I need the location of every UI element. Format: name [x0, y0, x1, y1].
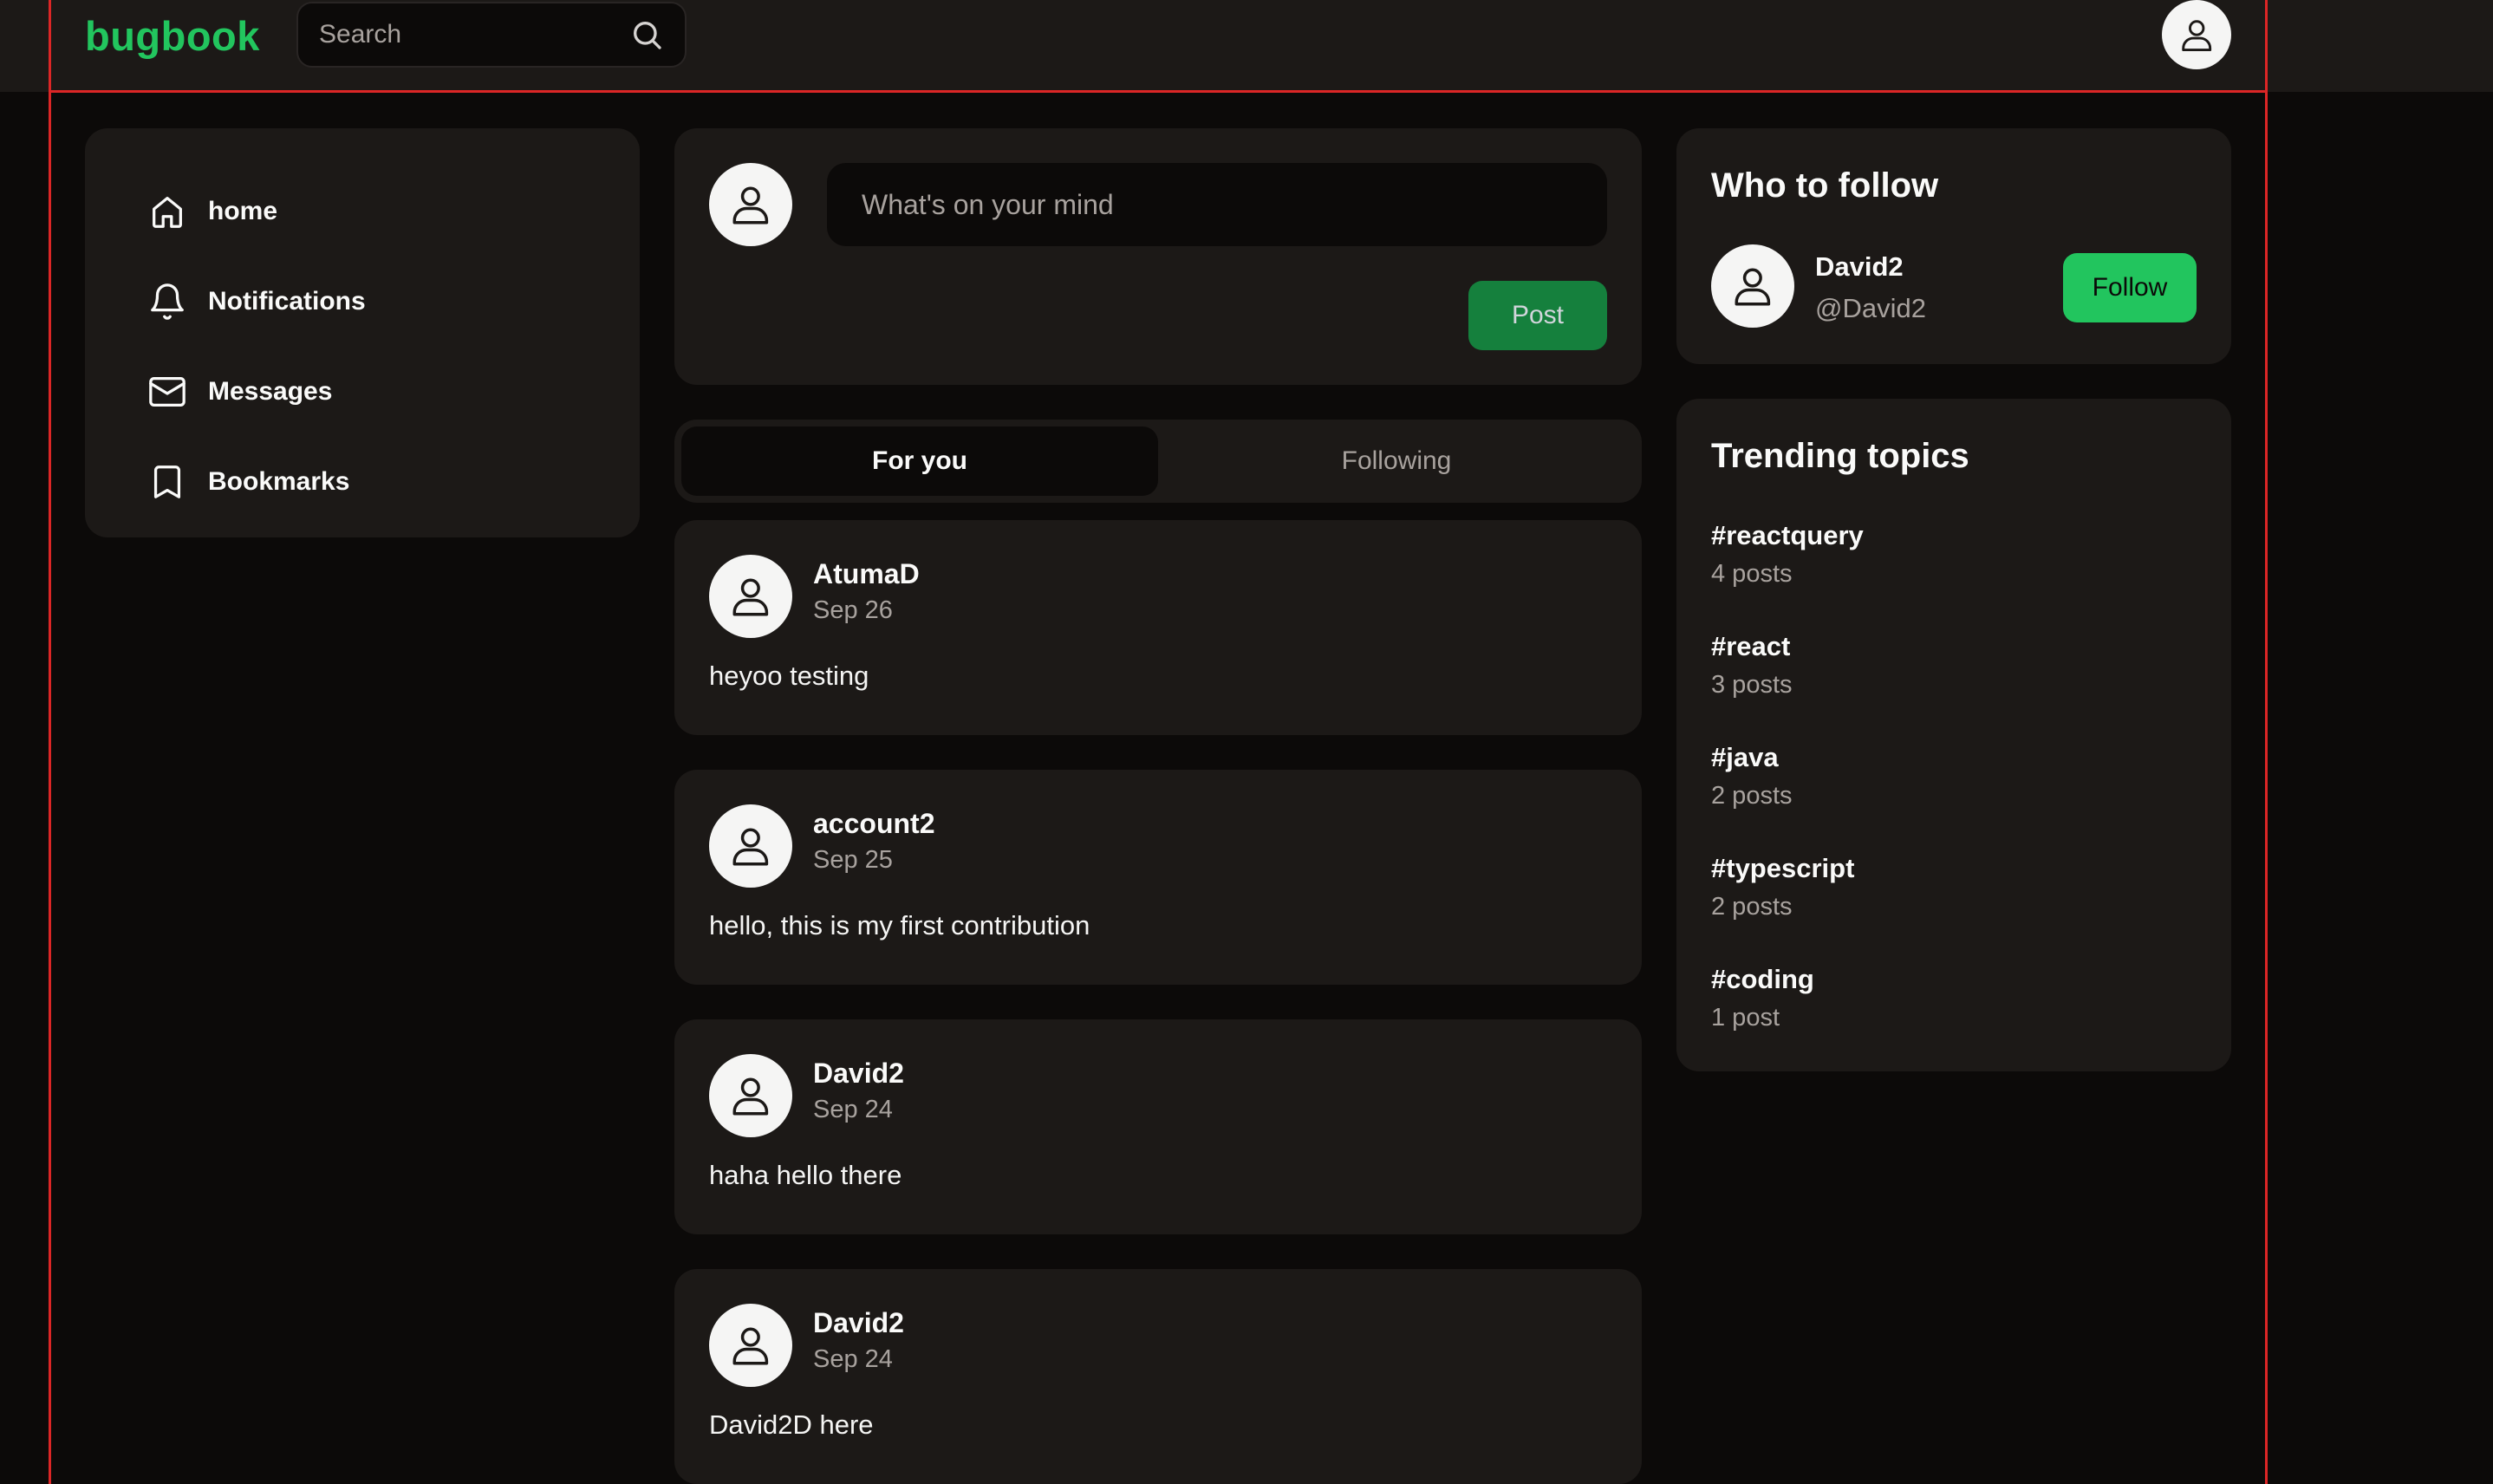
bookmark-icon: [153, 465, 181, 498]
avatar[interactable]: [709, 163, 792, 246]
post-date[interactable]: Sep 24: [813, 1345, 893, 1374]
user-icon: [732, 186, 769, 225]
topic-count: 1 post: [1711, 1004, 1780, 1032]
post-date[interactable]: Sep 25: [813, 846, 893, 875]
follow-button[interactable]: Follow: [2063, 253, 2197, 322]
sidebar-nav: home Notifications Messages Bookmarks: [85, 128, 640, 537]
trending-topics-panel: Trending topics #reactquery 4 posts #rea…: [1676, 399, 2231, 1071]
post-content: heyoo testing: [709, 661, 869, 691]
sidebar-item-home[interactable]: home: [85, 166, 640, 257]
trending-topic[interactable]: #coding 1 post: [1711, 964, 1814, 1032]
user-icon: [1735, 268, 1771, 306]
who-to-follow-panel: Who to follow David2 @David2 Follow: [1676, 128, 2231, 364]
home-icon: [153, 197, 182, 228]
avatar[interactable]: [709, 804, 792, 888]
sidebar-item-label: Bookmarks: [208, 467, 350, 496]
sidebar-item-notifications[interactable]: Notifications: [85, 257, 640, 347]
user-icon: [2182, 20, 2211, 51]
post-date[interactable]: Sep 26: [813, 596, 893, 625]
sidebar-item-label: Notifications: [208, 287, 366, 316]
post-button[interactable]: Post: [1468, 281, 1607, 350]
app-logo[interactable]: bugbook: [85, 12, 260, 60]
search-box[interactable]: [296, 2, 687, 68]
topic-tag[interactable]: #react: [1711, 631, 1793, 662]
topic-count: 2 posts: [1711, 782, 1793, 810]
composer-input[interactable]: What's on your mind: [827, 163, 1607, 246]
post-card[interactable]: David2 Sep 24 haha hello there: [674, 1019, 1642, 1234]
post-composer: What's on your mind Post: [674, 128, 1642, 385]
bell-icon: [151, 283, 184, 320]
tab-for-you[interactable]: For you: [681, 426, 1158, 496]
avatar[interactable]: [709, 555, 792, 638]
post-content: haha hello there: [709, 1160, 902, 1190]
post-date[interactable]: Sep 24: [813, 1096, 893, 1124]
topic-count: 4 posts: [1711, 560, 1793, 588]
post-author[interactable]: AtumaD: [813, 558, 920, 590]
sidebar-item-label: home: [208, 197, 278, 225]
user-icon: [732, 828, 769, 866]
user-icon: [732, 578, 769, 616]
trending-topic[interactable]: #java 2 posts: [1711, 742, 1793, 810]
topic-tag[interactable]: #reactquery: [1711, 520, 1864, 551]
post-content: hello, this is my first contribution: [709, 910, 1090, 941]
trending-topic[interactable]: #typescript 2 posts: [1711, 853, 1854, 921]
user-menu-avatar[interactable]: [2162, 0, 2231, 69]
post-author[interactable]: account2: [813, 808, 934, 840]
suggested-user-handle: @David2: [1815, 293, 1926, 323]
avatar[interactable]: [709, 1304, 792, 1387]
trending-topic[interactable]: #reactquery 4 posts: [1711, 520, 1864, 589]
avatar[interactable]: [709, 1054, 792, 1137]
trending-topic[interactable]: #react 3 posts: [1711, 631, 1793, 700]
search-icon[interactable]: [629, 17, 664, 52]
topic-tag[interactable]: #java: [1711, 742, 1793, 773]
sidebar-item-label: Messages: [208, 377, 333, 406]
suggested-user-name[interactable]: David2: [1815, 251, 1904, 283]
post-author[interactable]: David2: [813, 1307, 904, 1339]
topic-count: 3 posts: [1711, 671, 1793, 699]
feed-tabs: For you Following: [674, 420, 1642, 503]
post-card[interactable]: account2 Sep 25 hello, this is my first …: [674, 770, 1642, 985]
mail-icon: [149, 377, 186, 407]
sidebar-item-bookmarks[interactable]: Bookmarks: [85, 437, 640, 527]
post-author[interactable]: David2: [813, 1058, 904, 1090]
panel-title: Who to follow: [1711, 166, 1939, 205]
search-input[interactable]: [319, 20, 629, 49]
debug-frame-divider: [49, 90, 2268, 93]
avatar[interactable]: [1711, 244, 1794, 328]
user-icon: [732, 1077, 769, 1116]
tab-following[interactable]: Following: [1158, 426, 1635, 496]
post-card[interactable]: David2 Sep 24 David2D here: [674, 1269, 1642, 1484]
user-icon: [732, 1327, 769, 1365]
sidebar-item-messages[interactable]: Messages: [85, 347, 640, 437]
panel-title: Trending topics: [1711, 437, 1969, 475]
topic-tag[interactable]: #typescript: [1711, 853, 1854, 884]
topic-tag[interactable]: #coding: [1711, 964, 1814, 995]
post-content: David2D here: [709, 1409, 874, 1440]
topic-count: 2 posts: [1711, 893, 1793, 921]
post-card[interactable]: AtumaD Sep 26 heyoo testing: [674, 520, 1642, 735]
